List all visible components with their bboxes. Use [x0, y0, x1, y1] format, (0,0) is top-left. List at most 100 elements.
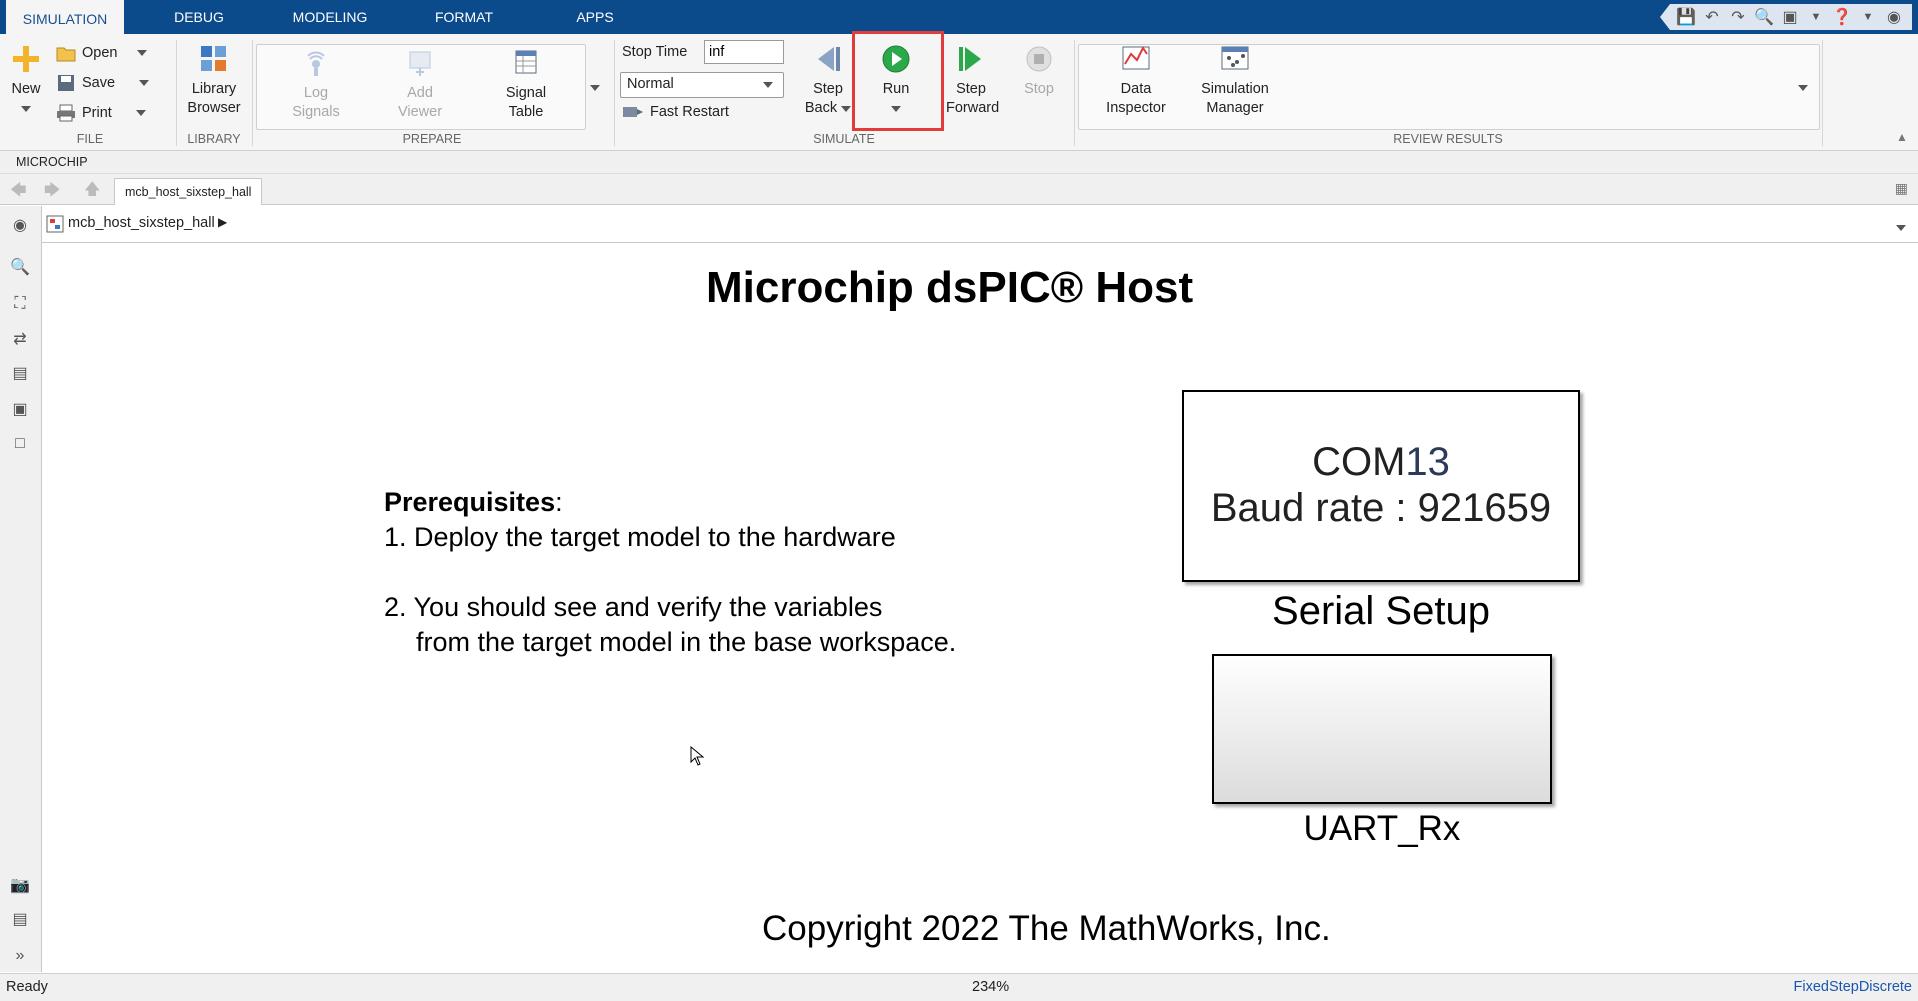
simulation-manager-button[interactable]: Simulation Manager — [1190, 44, 1280, 118]
chevron-down-icon — [139, 80, 150, 86]
group-title-simulate: SIMULATE — [813, 132, 875, 146]
add-viewer-button[interactable]: Add Viewer — [384, 48, 456, 122]
chevron-down-icon — [763, 82, 773, 88]
collapse-ribbon-icon[interactable]: ◉ — [1882, 7, 1906, 27]
signal-table-label-2: Table — [508, 104, 544, 120]
screenshot-icon[interactable]: 📷 — [10, 876, 30, 896]
collapse-ribbon-icon[interactable]: ▲ — [1896, 130, 1908, 144]
prerequisite-step-2: 2. You should see and verify the variabl… — [384, 592, 883, 622]
data-inspector-label-1: Data — [1120, 81, 1152, 97]
hide-explorer-icon[interactable]: ▦ — [1895, 180, 1908, 197]
address-dropdown[interactable] — [1896, 218, 1906, 236]
run-highlight-box — [852, 31, 944, 131]
add-viewer-icon — [409, 51, 431, 76]
status-bar: Ready 234% FixedStepDiscrete — [0, 973, 1918, 1001]
fit-to-view-icon[interactable]: ⛶ — [10, 294, 30, 314]
area-icon[interactable]: □ — [10, 434, 30, 454]
ribbon: New Open Save Print FILE Library Browser… — [0, 31, 1918, 151]
breadcrumb[interactable]: mcb_host_sixstep_hall — [68, 215, 215, 231]
back-arrow-icon[interactable]: 🡄 — [10, 179, 27, 206]
route-lines-icon[interactable]: ⇄ — [10, 330, 30, 350]
group-title-library: LIBRARY — [187, 132, 241, 146]
chevron-down-icon[interactable]: ▼ — [1804, 11, 1828, 23]
open-label: Open — [82, 45, 118, 61]
hide-show-browser-icon[interactable]: ◉ — [10, 216, 30, 236]
contextual-tab-bar: MICROCHIP — [0, 151, 1918, 174]
library-icon — [201, 46, 226, 71]
new-label: New — [11, 81, 41, 97]
zoom-level[interactable]: 234% — [972, 979, 1009, 995]
fast-restart-button[interactable]: Fast Restart — [622, 104, 729, 120]
log-signals-label-1: Log — [303, 85, 329, 101]
copyright-annotation: Copyright 2022 The MathWorks, Inc. — [762, 909, 1331, 948]
signal-table-button[interactable]: Signal Table — [490, 48, 562, 122]
forward-arrow-icon[interactable]: 🡆 — [44, 179, 61, 206]
tab-simulation[interactable]: SIMULATION — [6, 0, 124, 36]
group-divider — [1074, 40, 1075, 146]
tab-microchip[interactable]: MICROCHIP — [16, 155, 88, 169]
image-icon[interactable]: ▣ — [10, 400, 30, 420]
chevron-down-icon — [590, 85, 600, 91]
serial-setup-block[interactable]: COM13 Baud rate : 921659 — [1182, 390, 1580, 582]
zoom-icon[interactable]: 🔍 — [10, 258, 30, 278]
log-signals-label-2: Signals — [292, 104, 340, 120]
group-divider — [176, 40, 177, 146]
chevron-down-icon — [1798, 85, 1808, 91]
tab-format[interactable]: FORMAT — [424, 0, 504, 34]
simulation-mode-select[interactable]: Normal — [620, 72, 784, 98]
annotation-icon[interactable]: ▤ — [10, 364, 30, 384]
library-label-1: Library — [191, 81, 237, 97]
help-icon[interactable]: ❓ — [1830, 7, 1854, 27]
save-button[interactable]: Save — [56, 74, 150, 92]
expand-toolbar-icon[interactable]: » — [10, 946, 30, 966]
chevron-down-icon[interactable]: ▼ — [1856, 11, 1880, 23]
new-button[interactable]: New — [6, 44, 46, 118]
library-browser-button[interactable]: Library Browser — [182, 44, 246, 118]
print-button[interactable]: Print — [56, 104, 146, 122]
chevron-right-icon[interactable]: ▶ — [218, 215, 227, 229]
uart-rx-label: UART_Rx — [1303, 809, 1461, 848]
status-text: Ready — [6, 979, 48, 995]
data-inspector-button[interactable]: Data Inspector — [1092, 44, 1180, 118]
add-viewer-label-2: Viewer — [397, 104, 443, 120]
redo-icon[interactable]: ↷ — [1726, 7, 1750, 27]
prepare-expand-button[interactable] — [590, 78, 600, 96]
group-title-review-results: REVIEW RESULTS — [1393, 132, 1503, 146]
simulation-manager-label-2: Manager — [1206, 100, 1264, 116]
step-back-button[interactable]: Step Back — [798, 44, 858, 118]
model-tab[interactable]: mcb_host_sixstep_hall — [114, 178, 263, 205]
step-forward-button[interactable]: Step Forward — [946, 44, 999, 118]
uart-rx-block[interactable] — [1212, 654, 1552, 804]
group-title-file: FILE — [76, 132, 104, 146]
save-icon — [58, 75, 74, 91]
group-title-prepare: PREPARE — [402, 132, 462, 146]
mouse-cursor-icon — [690, 746, 704, 766]
model-browser-icon[interactable]: ▤ — [10, 910, 30, 930]
help-search-icon[interactable]: ▣ — [1778, 7, 1802, 27]
data-inspector-icon — [1122, 46, 1150, 70]
log-signals-button[interactable]: Log Signals — [280, 48, 352, 122]
chevron-down-icon — [135, 110, 146, 116]
ribbon-tab-bar: SIMULATION DEBUG MODELING FORMAT APPS 💾 … — [0, 0, 1918, 36]
tab-modeling[interactable]: MODELING — [285, 0, 375, 34]
model-title: Microchip dsPIC® Host — [706, 263, 1194, 312]
solver-link[interactable]: FixedStepDiscrete — [1794, 979, 1912, 995]
save-icon[interactable]: 💾 — [1674, 7, 1698, 27]
review-expand-button[interactable] — [1798, 78, 1808, 96]
up-arrow-icon[interactable]: 🡅 — [84, 178, 100, 205]
stop-time-input[interactable] — [704, 40, 784, 64]
fast-restart-icon — [623, 107, 643, 117]
com-port-text: COM13 — [1312, 440, 1450, 484]
tab-apps[interactable]: APPS — [560, 0, 630, 34]
step-back-icon — [818, 47, 840, 71]
save-label: Save — [82, 75, 116, 91]
stop-button[interactable]: Stop — [1014, 44, 1064, 99]
tab-debug[interactable]: DEBUG — [160, 0, 238, 34]
undo-icon[interactable]: ↶ — [1700, 7, 1724, 27]
search-icon[interactable]: 🔍 — [1752, 7, 1776, 27]
chevron-down-icon — [1896, 225, 1906, 231]
open-button[interactable]: Open — [56, 44, 148, 62]
model-canvas[interactable]: Microchip dsPIC® Host Prerequisites: 1. … — [42, 243, 1918, 972]
model-icon — [46, 215, 64, 233]
prerequisites-annotation[interactable]: Prerequisites: 1. Deploy the target mode… — [384, 485, 956, 660]
